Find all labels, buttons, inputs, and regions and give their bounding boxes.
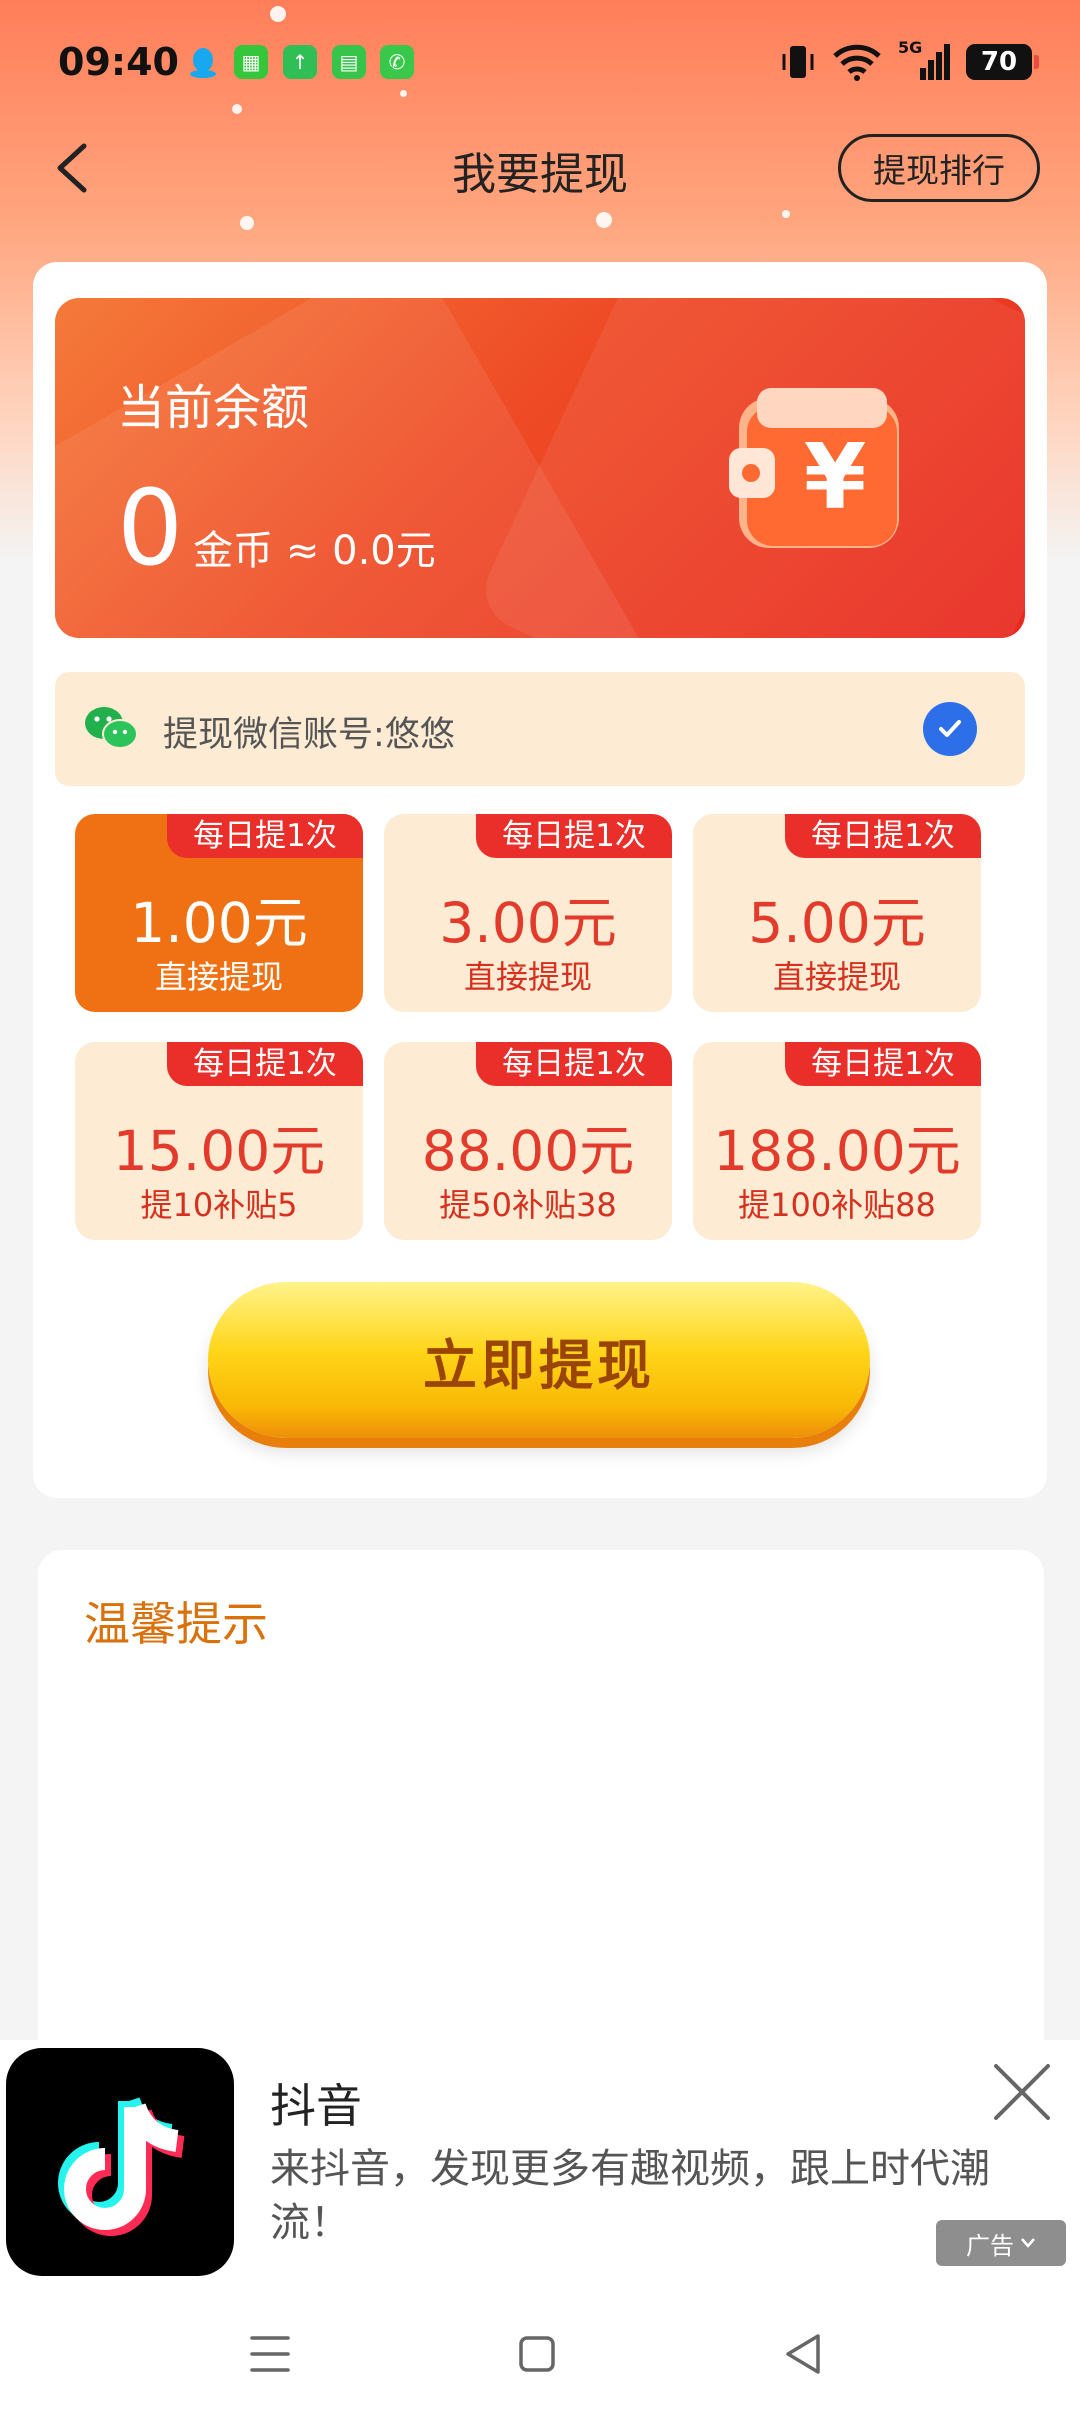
status-time: 09:40 bbox=[58, 40, 179, 84]
balance-amount: 0 bbox=[117, 467, 184, 589]
option-desc: 提100补贴88 bbox=[738, 1186, 936, 1224]
back-icon[interactable] bbox=[774, 2324, 834, 2384]
option-tag: 每日提1次 bbox=[785, 1042, 981, 1086]
withdraw-option-88[interactable]: 每日提1次 88.00元 提50补贴38 bbox=[384, 1042, 672, 1240]
option-tag: 每日提1次 bbox=[476, 1042, 672, 1086]
option-amount: 88.00元 bbox=[421, 1119, 635, 1183]
upload-icon: ↑ bbox=[283, 45, 317, 79]
svg-text:¥: ¥ bbox=[804, 425, 867, 530]
option-desc: 直接提现 bbox=[463, 958, 592, 996]
withdraw-option-1[interactable]: 每日提1次 1.00元 直接提现 bbox=[75, 814, 363, 1012]
wifi-icon bbox=[833, 44, 881, 81]
balance-card: 当前余额 0 金币 ≈ 0.0元 ¥ bbox=[55, 298, 1025, 638]
menu-icon[interactable] bbox=[240, 2324, 300, 2384]
withdraw-option-3[interactable]: 每日提1次 3.00元 直接提现 bbox=[384, 814, 672, 1012]
vibrate-icon bbox=[782, 46, 814, 78]
ad-description: 来抖音，发现更多有趣视频，跟上时代潮流！ bbox=[270, 2146, 990, 2246]
wechat-icon bbox=[85, 707, 138, 749]
battery-indicator: 70 bbox=[966, 44, 1039, 80]
chevron-down-icon bbox=[1021, 2238, 1035, 2248]
option-desc: 提10补贴5 bbox=[140, 1186, 298, 1224]
ad-badge[interactable]: 广告 bbox=[936, 2220, 1066, 2266]
close-icon[interactable] bbox=[990, 2060, 1054, 2124]
ad-title: 抖音 bbox=[270, 2079, 362, 2133]
option-desc: 提50补贴38 bbox=[439, 1186, 617, 1224]
tips-title: 温馨提示 bbox=[84, 1597, 268, 1651]
balance-label: 当前余额 bbox=[117, 380, 310, 436]
option-desc: 直接提现 bbox=[772, 958, 901, 996]
balance-value: 0 金币 ≈ 0.0元 bbox=[117, 476, 436, 580]
system-navigation-bar bbox=[0, 2290, 1080, 2412]
withdraw-option-188[interactable]: 每日提1次 188.00元 提100补贴88 bbox=[693, 1042, 981, 1240]
balance-unit: 金币 ≈ 0.0元 bbox=[193, 528, 436, 574]
wechat-account-label: 提现微信账号:悠悠 bbox=[163, 715, 455, 755]
option-amount: 188.00元 bbox=[713, 1119, 961, 1183]
wallet-icon: ¥ bbox=[729, 388, 899, 548]
qq-icon bbox=[186, 45, 220, 79]
withdraw-now-button[interactable]: 立即提现 bbox=[208, 1282, 870, 1438]
option-tag: 每日提1次 bbox=[167, 814, 363, 858]
ad-badge-label: 广告 bbox=[966, 2231, 1014, 2260]
option-desc: 直接提现 bbox=[154, 958, 283, 996]
signal-icon: 5G bbox=[898, 38, 950, 82]
status-icons: 5G 70 bbox=[780, 38, 1039, 84]
option-amount: 15.00元 bbox=[112, 1119, 326, 1183]
option-amount: 3.00元 bbox=[439, 891, 617, 955]
option-amount: 1.00元 bbox=[130, 891, 308, 955]
status-bar: 09:40 ▦ ↑ ▤ ✆ 5G 70 bbox=[0, 0, 1080, 125]
check-icon[interactable] bbox=[923, 702, 977, 756]
phone-icon: ✆ bbox=[380, 45, 414, 79]
withdraw-option-15[interactable]: 每日提1次 15.00元 提10补贴5 bbox=[75, 1042, 363, 1240]
option-tag: 每日提1次 bbox=[785, 814, 981, 858]
withdraw-card: 当前余额 0 金币 ≈ 0.0元 ¥ 提现微信账号:悠悠 每日提1次 1.00元… bbox=[33, 262, 1047, 1498]
withdraw-ranking-button[interactable]: 提现排行 bbox=[838, 134, 1040, 202]
withdraw-option-5[interactable]: 每日提1次 5.00元 直接提现 bbox=[693, 814, 981, 1012]
douyin-logo-icon bbox=[6, 2048, 234, 2276]
app-store-icon: ▦ bbox=[234, 45, 268, 79]
option-tag: 每日提1次 bbox=[167, 1042, 363, 1086]
home-icon[interactable] bbox=[507, 2324, 567, 2384]
wechat-account-row[interactable]: 提现微信账号:悠悠 bbox=[55, 672, 1025, 786]
ad-banner[interactable]: 抖音 来抖音，发现更多有趣视频，跟上时代潮流！ 广告 bbox=[0, 2040, 1080, 2290]
message-icon: ▤ bbox=[332, 45, 366, 79]
option-tag: 每日提1次 bbox=[476, 814, 672, 858]
option-amount: 5.00元 bbox=[748, 891, 926, 955]
